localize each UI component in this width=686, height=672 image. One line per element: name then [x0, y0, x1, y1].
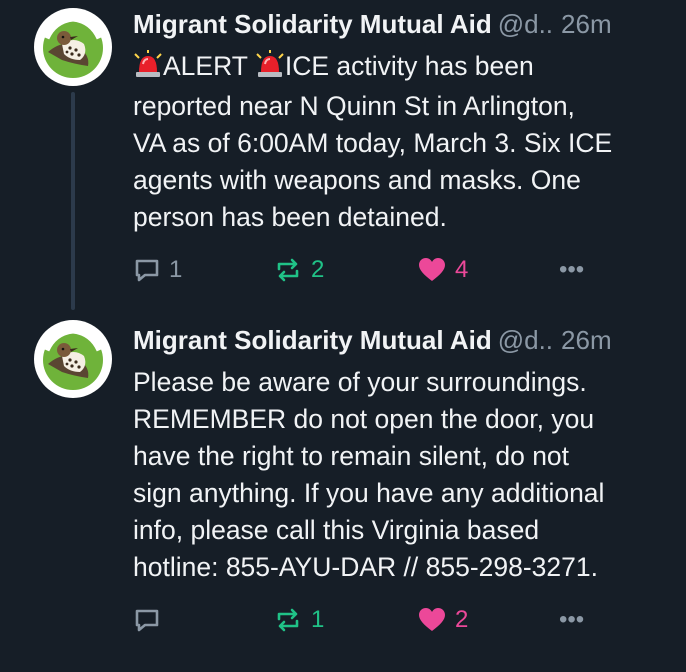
post-header: Migrant Solidarity Mutual Aid @d.. 26m [133, 7, 686, 41]
like-count: 2 [455, 606, 469, 633]
post-text: ALERT ICE activity has been reported nea… [133, 48, 686, 236]
like-count: 4 [455, 256, 469, 283]
reply-icon [135, 609, 159, 632]
text-line: hotline: 855-AYU-DAR // 855-298-3271. [133, 552, 598, 582]
like-button[interactable]: 2 [417, 602, 468, 638]
text-line: reported near N Quinn St in Arlington, [133, 91, 575, 121]
post-actions: 1 2 4 ••• [133, 252, 686, 288]
text-line: ALERT ICE activity has been [133, 48, 686, 88]
author-name[interactable]: Migrant Solidarity Mutual Aid [133, 325, 492, 355]
reply-icon [135, 259, 159, 282]
post-header: Migrant Solidarity Mutual Aid @d.. 26m [133, 323, 686, 357]
bird-logo-icon [36, 10, 110, 84]
author-handle[interactable]: @d.. [498, 9, 553, 39]
repost-button[interactable]: 2 [273, 252, 324, 288]
text-line: REMEMBER do not open the door, you [133, 404, 595, 434]
ellipsis-icon: ••• [559, 606, 585, 633]
avatar[interactable] [34, 320, 112, 398]
author-name[interactable]: Migrant Solidarity Mutual Aid [133, 9, 492, 39]
repost-button[interactable]: 1 [273, 602, 324, 638]
post-time[interactable]: 26m [561, 9, 612, 39]
reply-button[interactable] [133, 602, 169, 638]
text-line: have the right to remain silent, do not [133, 441, 570, 471]
like-button[interactable]: 4 [417, 252, 468, 288]
rotating-light-icon [133, 50, 163, 88]
text-line: sign anything. If you have any additiona… [133, 478, 605, 508]
reply-count: 1 [169, 256, 183, 283]
post-alert[interactable]: Migrant Solidarity Mutual Aid @d.. 26m ALE… [0, 0, 686, 300]
more-options-button[interactable]: ••• [559, 252, 584, 288]
post-advice[interactable]: Migrant Solidarity Mutual Aid @d.. 26m Ple… [0, 300, 686, 672]
bird-logo-icon [36, 322, 110, 396]
repost-count: 2 [311, 256, 325, 283]
heart-icon [419, 608, 445, 631]
author-handle[interactable]: @d.. [498, 325, 553, 355]
text-line: person has been detained. [133, 202, 447, 232]
text-line: VA as of 6:00AM today, March 3. Six ICE [133, 128, 613, 158]
repost-icon [277, 258, 299, 282]
text-line: agents with weapons and masks. One [133, 165, 581, 195]
text-line: Please be aware of your surroundings. [133, 367, 587, 397]
post-actions: 1 2 ••• [133, 602, 686, 638]
text-segment: ICE activity has been [284, 51, 534, 81]
alert-label: ALERT [163, 51, 255, 81]
repost-icon [277, 608, 299, 632]
ellipsis-icon: ••• [559, 256, 585, 283]
text-line: info, please call this Virginia based [133, 515, 540, 545]
rotating-light-icon [255, 50, 285, 88]
post-text: Please be aware of your surroundings. RE… [133, 364, 686, 586]
repost-count: 1 [311, 606, 325, 633]
more-options-button[interactable]: ••• [559, 602, 584, 638]
heart-icon [419, 258, 445, 281]
reply-button[interactable]: 1 [133, 252, 182, 288]
post-time[interactable]: 26m [561, 325, 612, 355]
avatar[interactable] [34, 8, 112, 86]
